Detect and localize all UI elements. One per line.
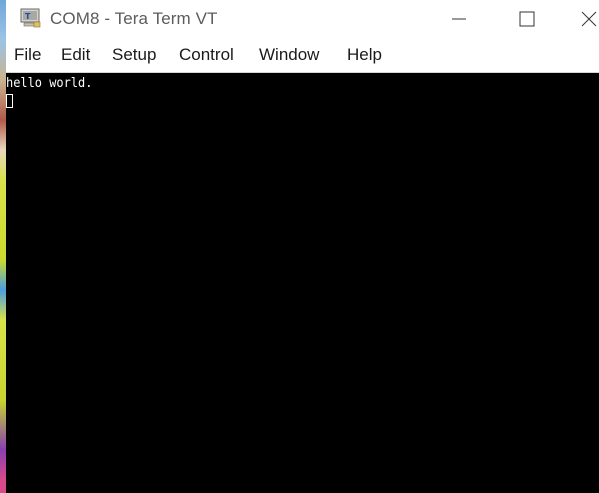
maximize-button[interactable] bbox=[504, 0, 550, 38]
tera-term-app-icon[interactable]: T bbox=[20, 8, 42, 28]
minimize-icon bbox=[452, 18, 466, 20]
maximize-icon bbox=[519, 11, 535, 27]
tera-term-window: T COM8 - Tera Term VT File Edit Setup Co… bbox=[6, 0, 599, 493]
menu-help[interactable]: Help bbox=[347, 45, 382, 65]
terminal-cursor bbox=[6, 94, 13, 108]
close-button[interactable] bbox=[569, 0, 599, 38]
menu-setup[interactable]: Setup bbox=[112, 45, 156, 65]
menu-control[interactable]: Control bbox=[179, 45, 234, 65]
terminal-line: hello world. bbox=[6, 76, 93, 91]
close-icon bbox=[581, 11, 597, 27]
terminal-screen[interactable]: hello world. bbox=[6, 73, 599, 493]
menu-file[interactable]: File bbox=[14, 45, 41, 65]
svg-text:T: T bbox=[25, 12, 31, 21]
menu-edit[interactable]: Edit bbox=[61, 45, 90, 65]
menu-bar: File Edit Setup Control Window Help bbox=[6, 38, 599, 72]
menu-window[interactable]: Window bbox=[259, 45, 319, 65]
window-title: COM8 - Tera Term VT bbox=[50, 9, 218, 28]
title-bar[interactable]: T COM8 - Tera Term VT bbox=[6, 0, 599, 38]
minimize-button[interactable] bbox=[436, 0, 482, 38]
